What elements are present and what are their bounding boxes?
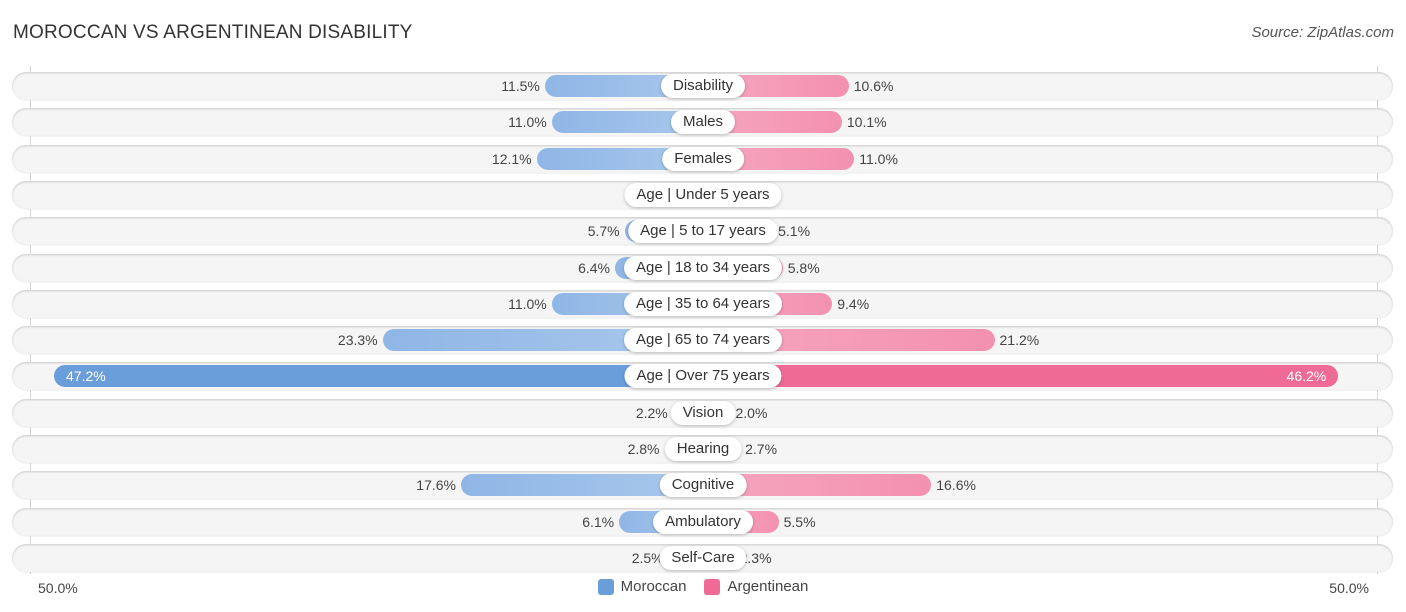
bar-argentinean[interactable]	[703, 365, 1339, 388]
legend-label-moroccan: Moroccan	[620, 578, 687, 595]
value-label-argentinean: 5.5%	[783, 513, 816, 530]
category-label: Hearing	[664, 437, 742, 461]
value-label-moroccan: 23.3%	[337, 332, 378, 349]
category-label: Age | 35 to 64 years	[624, 291, 782, 316]
value-label-moroccan: 5.7%	[587, 223, 620, 240]
category-label: Age | 5 to 17 years	[628, 219, 778, 244]
value-label-moroccan: 6.4%	[578, 259, 610, 276]
category-label: Ambulatory	[653, 509, 753, 534]
category-label: Cognitive	[659, 473, 747, 498]
category-label: Age | 18 to 34 years	[624, 255, 782, 280]
category-label: Age | Under 5 years	[624, 182, 782, 207]
value-label-argentinean: 46.2%	[1286, 368, 1327, 385]
value-label-moroccan: 2.2%	[635, 404, 668, 421]
legend-swatch-argentinean	[704, 578, 721, 595]
category-label: Disability	[660, 74, 746, 98]
value-label-moroccan: 11.0%	[508, 114, 547, 131]
value-label-moroccan: 12.1%	[491, 150, 532, 167]
value-label-argentinean: 9.4%	[837, 295, 870, 312]
value-label-moroccan: 47.2%	[66, 368, 106, 385]
category-label: Vision	[670, 400, 736, 425]
value-label-argentinean: 2.7%	[745, 441, 778, 457]
category-label: Self-Care	[659, 545, 747, 570]
bar-moroccan[interactable]	[54, 365, 703, 388]
value-label-moroccan: 11.0%	[508, 295, 547, 312]
legend-item-moroccan[interactable]: Moroccan	[597, 578, 687, 595]
value-label-argentinean: 10.1%	[846, 114, 887, 131]
value-label-argentinean: 2.0%	[735, 404, 768, 421]
category-label: Females	[662, 146, 744, 171]
value-label-moroccan: 11.5%	[501, 78, 540, 94]
value-label-argentinean: 5.1%	[778, 223, 811, 240]
value-label-argentinean: 5.8%	[787, 259, 820, 276]
legend-label-argentinean: Argentinean	[727, 578, 809, 595]
value-label-argentinean: 10.6%	[853, 78, 894, 94]
category-label: Males	[670, 110, 736, 135]
value-label-argentinean: 16.6%	[936, 477, 976, 494]
value-label-argentinean: 21.2%	[999, 332, 1040, 349]
category-label: Age | 65 to 74 years	[624, 328, 782, 353]
value-label-moroccan: 6.1%	[582, 513, 615, 530]
value-label-moroccan: 17.6%	[416, 477, 456, 494]
value-label-argentinean: 11.0%	[859, 150, 898, 167]
category-label: Age | Over 75 years	[624, 364, 782, 389]
source-credit: Source: ZipAtlas.com	[1251, 24, 1394, 41]
chart-title: MOROCCAN VS ARGENTINEAN DISABILITY	[13, 22, 413, 43]
value-label-moroccan: 2.8%	[627, 441, 660, 457]
legend-swatch-moroccan	[597, 578, 614, 595]
legend: Moroccan Argentinean	[0, 578, 1406, 595]
legend-item-argentinean[interactable]: Argentinean	[704, 578, 808, 595]
